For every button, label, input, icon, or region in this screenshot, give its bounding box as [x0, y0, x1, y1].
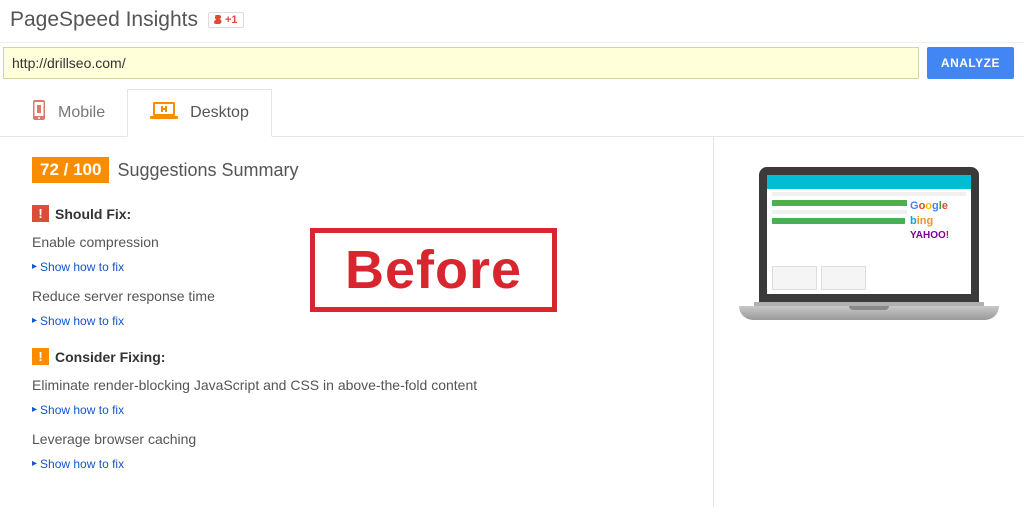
- summary-title: Suggestions Summary: [117, 160, 298, 181]
- tab-mobile-label: Mobile: [58, 104, 105, 122]
- preview-line: [772, 192, 966, 196]
- preview-bar: [772, 218, 905, 224]
- show-how-to-fix-link[interactable]: Show how to fix: [32, 260, 124, 274]
- consider-fixing-title: Consider Fixing:: [55, 349, 165, 365]
- tab-desktop[interactable]: Desktop: [127, 89, 272, 137]
- score-row: 72 / 100 Suggestions Summary: [32, 157, 695, 183]
- content-wrap: 72 / 100 Suggestions Summary ! Should Fi…: [0, 137, 1024, 507]
- show-how-to-fix-link[interactable]: Show how to fix: [32, 403, 124, 417]
- tab-mobile[interactable]: Mobile: [10, 89, 127, 136]
- tab-desktop-label: Desktop: [190, 104, 249, 122]
- desktop-icon: [150, 101, 178, 126]
- preview-logos: Google bing YAHOO!: [907, 197, 967, 277]
- page-title: PageSpeed Insights: [10, 8, 198, 32]
- exclamation-icon: !: [32, 348, 49, 365]
- tabs-row: Mobile Desktop: [0, 89, 1024, 137]
- consider-fixing-header: ! Consider Fixing:: [32, 348, 695, 365]
- preview-site-header: [767, 175, 971, 189]
- laptop-base: [739, 306, 999, 320]
- show-how-to-fix-link[interactable]: Show how to fix: [32, 314, 124, 328]
- issue-text: Eliminate render-blocking JavaScript and…: [32, 377, 695, 393]
- preview-bar: [772, 200, 925, 206]
- analyze-button[interactable]: ANALYZE: [927, 47, 1014, 79]
- screen-inner: Google bing YAHOO!: [767, 175, 971, 294]
- mobile-icon: [32, 99, 46, 126]
- preview-card: [772, 266, 817, 290]
- url-input[interactable]: [3, 47, 919, 79]
- preview-card: [821, 266, 866, 290]
- preview-cards: [772, 266, 866, 290]
- laptop-preview: Google bing YAHOO!: [739, 167, 999, 320]
- preview-column: Google bing YAHOO!: [714, 137, 1024, 507]
- google-plus-one-button[interactable]: +1: [208, 12, 244, 28]
- exclamation-icon: !: [32, 205, 49, 222]
- page-header: PageSpeed Insights +1: [0, 0, 1024, 42]
- issue-item: Leverage browser caching Show how to fix: [32, 431, 695, 471]
- should-fix-title: Should Fix:: [55, 206, 131, 222]
- issue-item: Eliminate render-blocking JavaScript and…: [32, 377, 695, 417]
- before-stamp-overlay: Before: [310, 228, 557, 312]
- results-column: 72 / 100 Suggestions Summary ! Should Fi…: [0, 137, 714, 507]
- laptop-screen: Google bing YAHOO!: [759, 167, 979, 302]
- score-badge: 72 / 100: [32, 157, 109, 183]
- google-logo: Google: [910, 200, 964, 213]
- url-bar-row: ANALYZE: [0, 42, 1024, 89]
- yahoo-logo: YAHOO!: [910, 230, 964, 242]
- show-how-to-fix-link[interactable]: Show how to fix: [32, 457, 124, 471]
- should-fix-header: ! Should Fix:: [32, 205, 695, 222]
- gplus-icon: [214, 15, 224, 25]
- bing-logo: bing: [910, 215, 964, 228]
- issue-text: Leverage browser caching: [32, 431, 695, 447]
